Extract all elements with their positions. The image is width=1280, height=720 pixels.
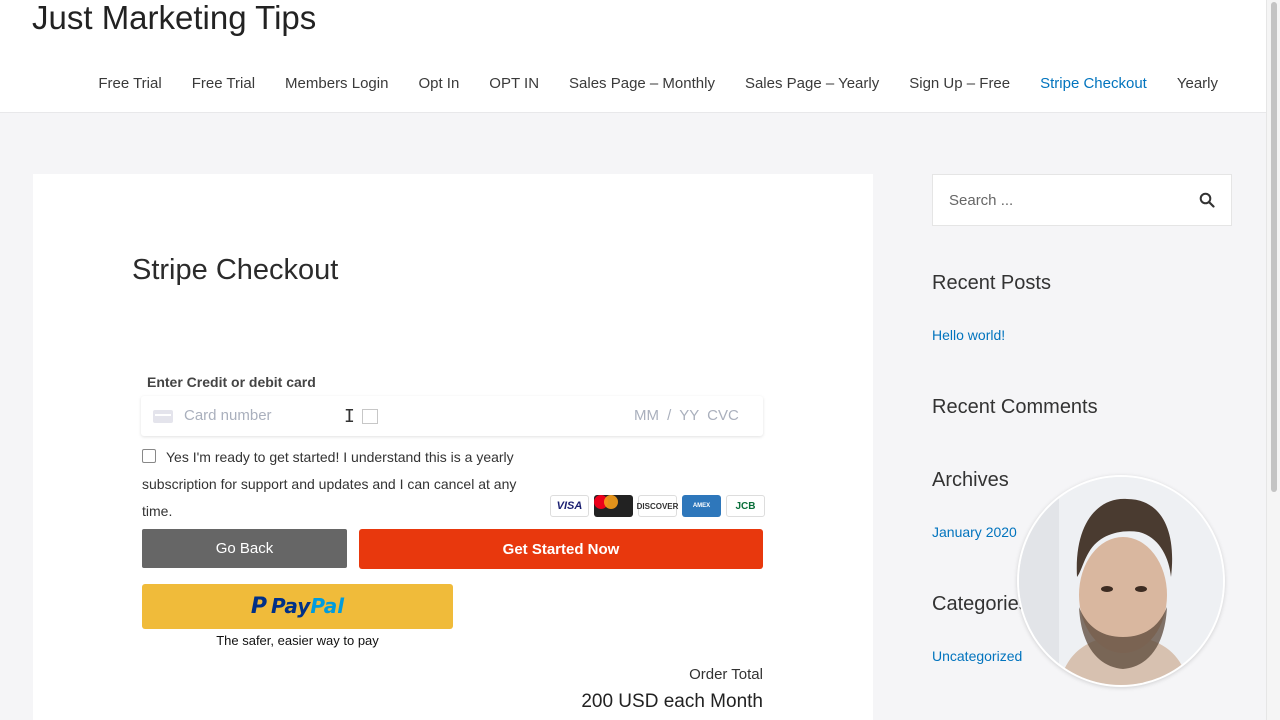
page-title: Stripe Checkout xyxy=(132,254,339,286)
nav-item-sales-page-monthly[interactable]: Sales Page – Monthly xyxy=(554,72,730,96)
paypal-button[interactable]: P PayPal xyxy=(142,584,453,629)
expiry-cvc-placeholder[interactable]: MM / YY CVC xyxy=(634,407,739,424)
webcam-overlay xyxy=(1017,475,1225,687)
amex-logo-icon: AMEX xyxy=(682,495,721,517)
recent-posts-title: Recent Posts xyxy=(932,272,1051,294)
card-input-label: Enter Credit or debit card xyxy=(147,374,316,390)
category-link[interactable]: Uncategorized xyxy=(932,648,1022,664)
nav-item-opt-in-caps[interactable]: OPT IN xyxy=(474,72,554,96)
primary-nav: Free Trial Free Trial Members Login Opt … xyxy=(83,72,1218,96)
nav-item-sign-up-free[interactable]: Sign Up – Free xyxy=(894,72,1025,96)
paypal-logo-icon: P PayPal xyxy=(250,594,345,619)
search-form xyxy=(932,174,1232,226)
credit-card-icon xyxy=(153,410,173,423)
recent-post-link[interactable]: Hello world! xyxy=(932,327,1005,343)
site-header: Just Marketing Tips Free Trial Free Tria… xyxy=(0,0,1266,113)
mastercard-logo-icon xyxy=(594,495,633,517)
order-total-label: Order Total xyxy=(689,666,763,683)
main-content: Stripe Checkout Enter Credit or debit ca… xyxy=(33,174,873,720)
nav-item-stripe-checkout[interactable]: Stripe Checkout xyxy=(1025,72,1162,96)
card-number-placeholder[interactable]: Card number xyxy=(184,407,272,424)
archives-title: Archives xyxy=(932,469,1009,491)
jcb-logo-icon: JCB xyxy=(726,495,765,517)
categories-title: Categories xyxy=(932,593,1029,615)
person-avatar-icon xyxy=(1019,477,1223,685)
nav-item-free-trial-2[interactable]: Free Trial xyxy=(177,72,270,96)
link-checkbox[interactable] xyxy=(362,409,378,424)
scrollbar-thumb[interactable] xyxy=(1271,2,1277,492)
search-input[interactable] xyxy=(934,176,1184,224)
search-icon[interactable] xyxy=(1199,192,1215,208)
visa-logo-icon: VISA xyxy=(550,495,589,517)
discover-logo-icon: DISCOVER xyxy=(637,495,678,517)
nav-item-sales-page-yearly[interactable]: Sales Page – Yearly xyxy=(730,72,894,96)
get-started-button[interactable]: Get Started Now xyxy=(359,529,763,569)
order-total-amount: 200 USD each Month xyxy=(581,691,763,712)
card-input-field[interactable]: Card number I MM / YY CVC xyxy=(141,396,763,436)
nav-item-opt-in[interactable]: Opt In xyxy=(403,72,474,96)
go-back-button[interactable]: Go Back xyxy=(142,529,347,568)
nav-item-members-login[interactable]: Members Login xyxy=(270,72,403,96)
page-scrollbar[interactable] xyxy=(1266,0,1280,720)
card-brand-logos: VISA DISCOVER AMEX JCB xyxy=(550,495,765,517)
consent-text: Yes I'm ready to get started! I understa… xyxy=(142,449,517,519)
nav-item-free-trial-1[interactable]: Free Trial xyxy=(83,72,176,96)
recent-comments-title: Recent Comments xyxy=(932,396,1098,418)
nav-item-yearly[interactable]: Yearly xyxy=(1162,72,1218,96)
site-title[interactable]: Just Marketing Tips xyxy=(32,0,316,40)
paypal-tagline: The safer, easier way to pay xyxy=(216,633,379,648)
archive-link[interactable]: January 2020 xyxy=(932,524,1017,540)
text-cursor-icon: I xyxy=(344,406,355,427)
